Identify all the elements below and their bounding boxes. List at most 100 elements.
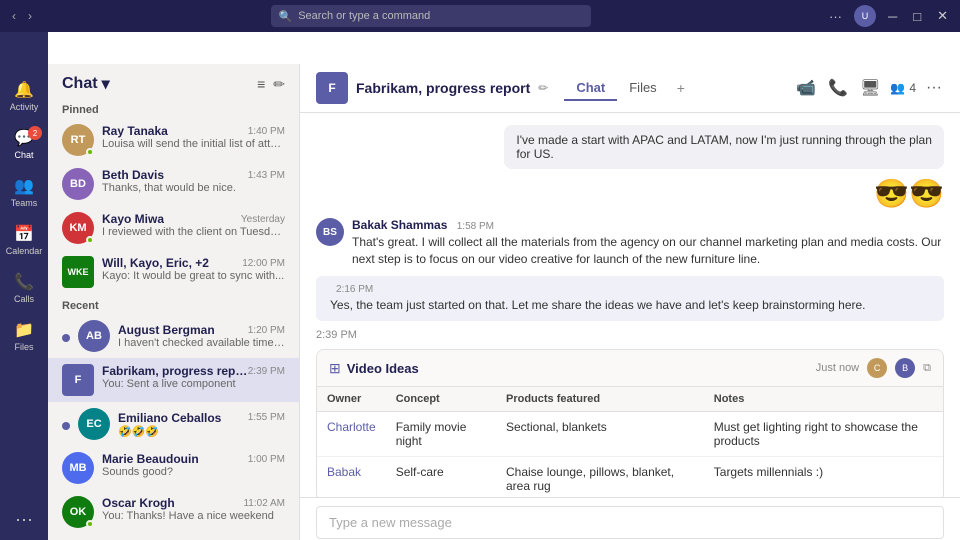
people-count[interactable]: 👥 4	[890, 81, 916, 95]
message-text: Yes, the team just started on that. Let …	[330, 297, 930, 314]
message-bakak: BS Bakak Shammas 1:58 PM That's great. I…	[316, 218, 944, 268]
avatar: F	[62, 364, 94, 396]
chat-time: 12:00 PM	[242, 258, 285, 269]
files-icon: 📁	[14, 320, 34, 340]
chat-preview: Louisa will send the initial list of att…	[102, 138, 285, 150]
message-text: I've made a start with APAC and LATAM, n…	[516, 133, 931, 161]
channel-name: Fabrikam, progress report	[356, 80, 530, 96]
sidebar-title[interactable]: Chat ▾	[62, 74, 110, 94]
sidebar-item-ray[interactable]: RT Ray Tanaka 1:40 PM Louisa will send t…	[48, 118, 299, 162]
message-sender: Bakak Shammas	[352, 218, 447, 232]
loop-table: Owner Concept Products featured Notes Ch…	[317, 387, 943, 497]
nav-activity[interactable]: 🔔 Activity	[0, 72, 48, 120]
nav-calendar[interactable]: 📅 Calendar	[0, 216, 48, 264]
avatar: RT	[62, 124, 94, 156]
message-text: That's great. I will collect all the mat…	[352, 234, 944, 268]
nav-calls[interactable]: 📞 Calls	[0, 264, 48, 312]
back-button[interactable]: ‹	[8, 7, 20, 25]
chat-preview: You: Sent a live component	[102, 378, 285, 390]
chevron-down-icon: ▾	[102, 74, 110, 94]
more-options-button[interactable]: ···	[825, 7, 846, 26]
col-notes: Notes	[704, 387, 943, 412]
message-right: I've made a start with APAC and LATAM, n…	[316, 125, 944, 169]
chat-header: F Fabrikam, progress report ✏ Chat Files…	[300, 64, 960, 113]
owner-charlotte[interactable]: Charlotte	[327, 420, 376, 434]
avatar: EC	[78, 408, 110, 440]
sidebar: Chat ▾ ≡ ✏ Pinned RT Ray Tanaka	[48, 64, 300, 540]
nav-files-label: Files	[14, 342, 33, 352]
nav-calls-label: Calls	[14, 294, 34, 304]
sidebar-item-will[interactable]: WKE Will, Kayo, Eric, +2 12:00 PM Kayo: …	[48, 250, 299, 294]
more-actions-button[interactable]: ···	[924, 77, 944, 99]
col-concept: Concept	[386, 387, 496, 412]
message-time: 1:58 PM	[457, 221, 494, 232]
restore-button[interactable]: □	[909, 7, 925, 26]
chat-time: 11:02 AM	[243, 498, 285, 509]
nav-chat-label: Chat	[14, 150, 33, 160]
teams-icon: 👥	[14, 176, 34, 196]
message-avatar: BS	[316, 218, 344, 246]
activity-icon: 🔔	[14, 80, 34, 100]
message-system: 2:16 PM Yes, the team just started on th…	[316, 276, 944, 322]
chat-time: Yesterday	[241, 214, 285, 225]
nav-more-button[interactable]: ···	[15, 509, 33, 530]
chat-time: 2:39 PM	[248, 366, 285, 377]
sidebar-item-marie[interactable]: MB Marie Beaudouin 1:00 PM Sounds good?	[48, 446, 299, 490]
sidebar-item-fabrikam[interactable]: F Fabrikam, progress report 2:39 PM You:…	[48, 358, 299, 402]
chat-time: 1:00 PM	[248, 454, 285, 465]
sidebar-item-emiliano[interactable]: EC Emiliano Ceballos 1:55 PM 🤣🤣🤣	[48, 402, 299, 446]
avatar-small-1: C	[867, 358, 887, 378]
new-chat-icon[interactable]: ✏	[273, 76, 285, 93]
search-placeholder: Search or type a command	[298, 10, 430, 22]
pinned-section-label: Pinned	[48, 98, 299, 118]
sidebar-item-oscar[interactable]: OK Oscar Krogh 11:02 AM You: Thanks! Hav…	[48, 490, 299, 534]
sidebar-header: Chat ▾ ≡ ✏	[48, 64, 299, 98]
loop-actions: Just now C B ⧉	[816, 358, 931, 378]
sidebar-item-august[interactable]: AB August Bergman 1:20 PM I haven't chec…	[48, 314, 299, 358]
nav-chat[interactable]: 💬 Chat 2	[0, 120, 48, 168]
loop-message-container: 2:39 PM ⊞ Video Ideas Just now C B	[316, 329, 944, 497]
table-row: Babak Self-care Chaise lounge, pillows, …	[317, 457, 943, 497]
audio-call-button[interactable]: 📞	[826, 76, 850, 100]
tab-add-button[interactable]: +	[669, 76, 693, 101]
message-bubble: I've made a start with APAC and LATAM, n…	[504, 125, 944, 169]
people-number: 4	[909, 81, 916, 95]
nav-files[interactable]: 📁 Files	[0, 312, 48, 360]
loop-icon: ⊞	[329, 360, 341, 377]
filter-icon[interactable]: ≡	[257, 76, 265, 93]
chat-name: Will, Kayo, Eric, +2	[102, 256, 209, 270]
search-bar[interactable]: 🔍 Search or type a command	[271, 5, 591, 27]
tab-chat[interactable]: Chat	[564, 76, 617, 101]
minimize-button[interactable]: ─	[884, 7, 901, 26]
sidebar-item-kayo[interactable]: KM Kayo Miwa Yesterday I reviewed with t…	[48, 206, 299, 250]
chat-time: 1:40 PM	[248, 126, 285, 137]
notes-cell: Targets millennials :)	[704, 457, 943, 497]
edit-channel-icon[interactable]: ✏	[538, 81, 548, 95]
close-button[interactable]: ✕	[933, 6, 952, 26]
video-call-button[interactable]: 📹	[794, 76, 818, 100]
chat-preview: You: Thanks! Have a nice weekend	[102, 510, 285, 522]
chat-name: Beth Davis	[102, 168, 164, 182]
copy-icon[interactable]: ⧉	[923, 362, 931, 375]
message-time: 2:16 PM	[336, 284, 930, 295]
loop-header: ⊞ Video Ideas Just now C B ⧉	[317, 350, 943, 387]
chat-preview: Thanks, that would be nice.	[102, 182, 285, 194]
online-indicator	[86, 520, 94, 528]
avatar: WKE	[62, 256, 94, 288]
chat-badge: 2	[28, 126, 42, 140]
sidebar-item-daichi[interactable]: DF Daichi Fukuda 10:43 AM No, I think th…	[48, 534, 299, 540]
chat-tabs: Chat Files +	[564, 76, 693, 101]
header-actions: 📹 📞 🖥 👥 4 ···	[794, 76, 944, 100]
nav-teams[interactable]: 👥 Teams	[0, 168, 48, 216]
loop-component[interactable]: ⊞ Video Ideas Just now C B ⧉	[316, 349, 944, 497]
owner-babak[interactable]: Babak	[327, 465, 361, 479]
main-chat-area: F Fabrikam, progress report ✏ Chat Files…	[300, 64, 960, 540]
nav-calendar-label: Calendar	[6, 246, 43, 256]
compose-box[interactable]: Type a new message	[316, 506, 944, 539]
screen-share-button[interactable]: 🖥	[858, 76, 882, 100]
user-avatar[interactable]: U	[854, 5, 876, 27]
chat-preview: Sounds good?	[102, 466, 285, 478]
sidebar-item-beth[interactable]: BD Beth Davis 1:43 PM Thanks, that would…	[48, 162, 299, 206]
tab-files[interactable]: Files	[617, 76, 668, 101]
forward-button[interactable]: ›	[24, 7, 36, 25]
